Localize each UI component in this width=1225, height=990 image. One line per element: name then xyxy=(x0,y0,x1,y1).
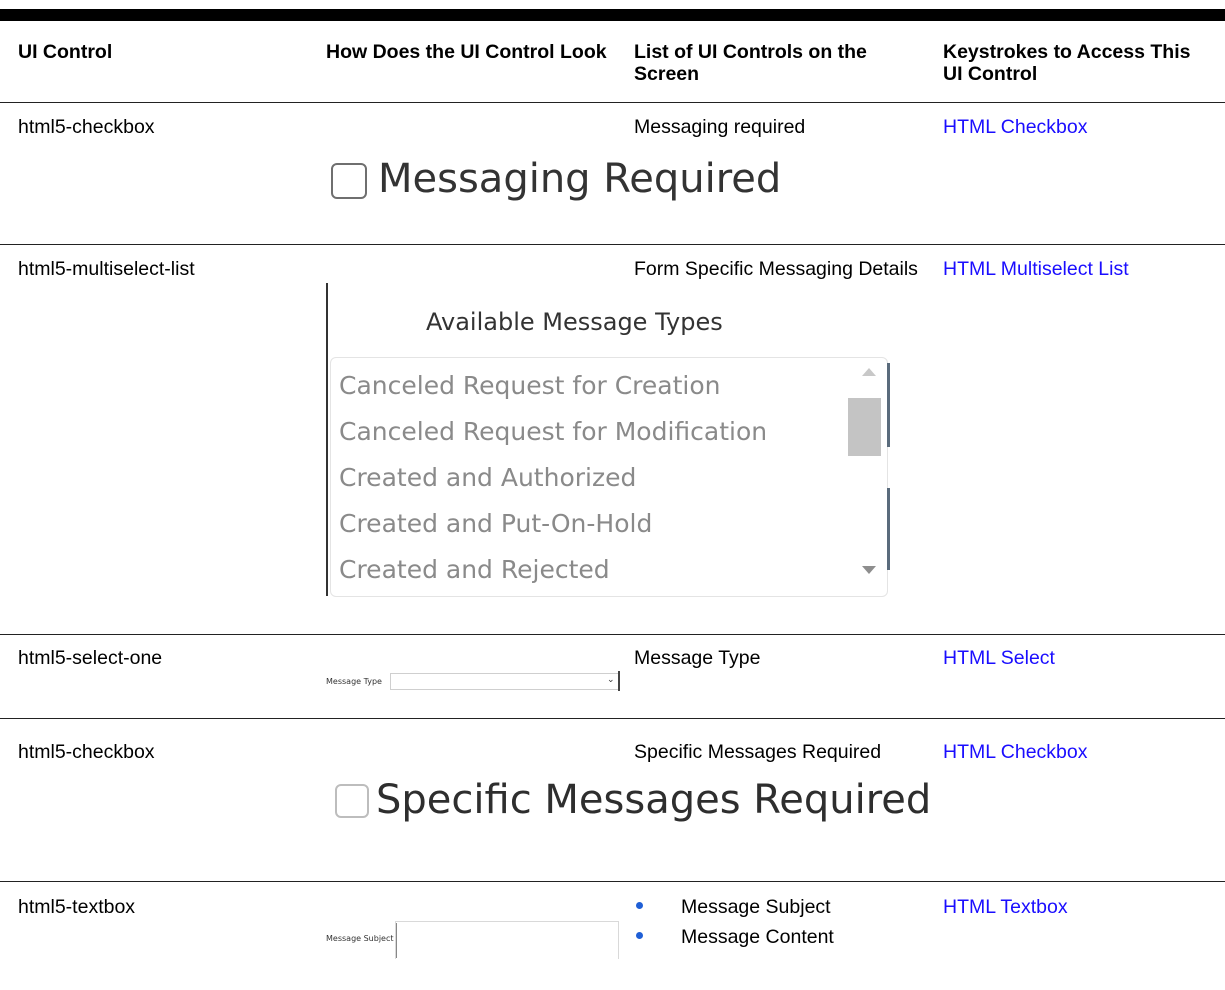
row4-keystroke-link[interactable]: HTML Checkbox xyxy=(943,741,1088,763)
row3-divider xyxy=(0,718,1225,719)
checkbox-icon xyxy=(331,163,367,199)
textbox-field xyxy=(395,921,619,959)
bullet-icon xyxy=(636,932,643,939)
list-item: Message Content xyxy=(681,926,834,948)
row1-illustration-text: Messaging Required xyxy=(378,156,782,202)
scrollbar-thumb xyxy=(848,398,881,456)
triangle-down-icon xyxy=(862,566,876,574)
illustration-edge-line xyxy=(887,363,890,447)
table-top-border xyxy=(0,9,1225,21)
select-label: Message Type xyxy=(326,677,382,686)
row1-screen-controls: Messaging required xyxy=(634,116,806,138)
chevron-down-icon: ⌄ xyxy=(607,675,615,685)
row1-divider xyxy=(0,244,1225,245)
row2-divider xyxy=(0,634,1225,635)
row1-control: html5-checkbox xyxy=(18,116,155,138)
row5-keystroke-link[interactable]: HTML Textbox xyxy=(943,896,1068,918)
row4-illustration-text: Specific Messages Required xyxy=(376,777,932,823)
header-ui-control: UI Control xyxy=(18,41,113,63)
select-box xyxy=(390,673,619,690)
row3-screen-controls: Message Type xyxy=(634,647,761,669)
header-list-controls: List of UI Controls on the Screen xyxy=(634,41,867,85)
header-keystrokes: Keystrokes to Access This UI Control xyxy=(943,41,1191,85)
row3-control: html5-select-one xyxy=(18,647,163,669)
textbox-label: Message Subject xyxy=(326,934,394,943)
list-item: Created and Rejected xyxy=(339,555,610,584)
row1-keystroke-link[interactable]: HTML Checkbox xyxy=(943,116,1088,138)
list-item: Canceled Request for Modification xyxy=(339,417,768,446)
triangle-up-icon xyxy=(862,368,876,376)
row3-keystroke-link[interactable]: HTML Select xyxy=(943,647,1055,669)
header-how-look: How Does the UI Control Look xyxy=(326,41,607,63)
row4-divider xyxy=(0,881,1225,882)
header-divider xyxy=(0,102,1225,103)
multiselect-label: Available Message Types xyxy=(426,308,723,336)
illustration-edge-line xyxy=(887,488,890,570)
checkbox-icon xyxy=(335,784,369,818)
row5-control: html5-textbox xyxy=(18,896,136,918)
row4-screen-controls: Specific Messages Required xyxy=(634,741,882,763)
list-item: Created and Authorized xyxy=(339,463,637,492)
bullet-icon xyxy=(636,902,643,909)
row2-screen-controls: Form Specific Messaging Details xyxy=(634,258,918,280)
illustration-edge-line xyxy=(396,923,397,958)
illustration-edge-line xyxy=(326,283,328,596)
multiselect-list: Canceled Request for Creation Canceled R… xyxy=(330,357,888,597)
list-item: Created and Put-On-Hold xyxy=(339,509,653,538)
row2-keystroke-link[interactable]: HTML Multiselect List xyxy=(943,258,1129,280)
list-item: Message Subject xyxy=(681,896,831,918)
list-item: Canceled Request for Creation xyxy=(339,371,721,400)
row2-control: html5-multiselect-list xyxy=(18,258,195,280)
row4-control: html5-checkbox xyxy=(18,741,155,763)
illustration-edge-line xyxy=(618,671,620,691)
